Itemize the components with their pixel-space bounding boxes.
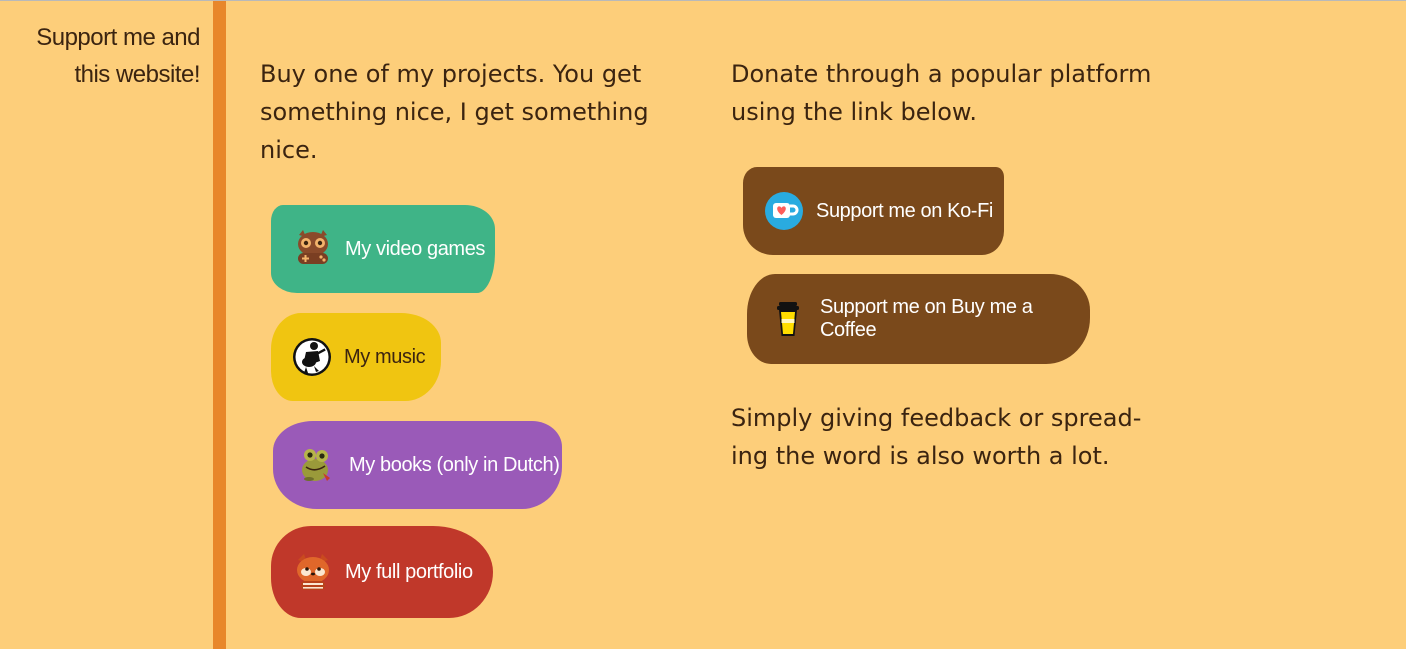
red-panda-icon	[293, 552, 333, 592]
portfolio-label: My full portfolio	[345, 560, 473, 583]
side-label: Support me and this website!	[0, 19, 200, 93]
coffee-cup-icon	[768, 299, 808, 339]
owl-gamepad-icon	[293, 229, 333, 269]
donate-intro-text: Donate through a popular platform using …	[731, 60, 1152, 126]
buy-me-a-coffee-button[interactable]: Support me on Buy me a Coffee	[747, 274, 1090, 364]
side-label-line1: Support me and	[36, 24, 200, 51]
kofi-cup-icon	[764, 191, 804, 231]
books-button[interactable]: My books (only in Dutch)	[273, 421, 562, 509]
kofi-label: Support me on Ko-Fi	[816, 199, 993, 222]
music-button[interactable]: My music	[271, 313, 441, 401]
video-games-button[interactable]: My video games	[271, 205, 495, 293]
books-label: My books (only in Dutch)	[349, 453, 560, 476]
frog-icon	[297, 445, 337, 485]
guitarist-icon	[292, 337, 332, 377]
feedback-text: Simply giving feedback or spread-ing the…	[731, 404, 1142, 470]
side-label-line2: this website!	[74, 61, 200, 88]
kofi-button[interactable]: Support me on Ko-Fi	[743, 167, 1004, 255]
video-games-label: My video games	[345, 237, 486, 260]
projects-intro-text: Buy one of my projects. You get somethin…	[260, 60, 649, 164]
portfolio-button[interactable]: My full portfolio	[271, 526, 493, 618]
buy-me-a-coffee-label: Support me on Buy me a Coffee	[820, 296, 1033, 341]
vertical-divider	[213, 1, 226, 649]
music-label: My music	[344, 345, 426, 368]
